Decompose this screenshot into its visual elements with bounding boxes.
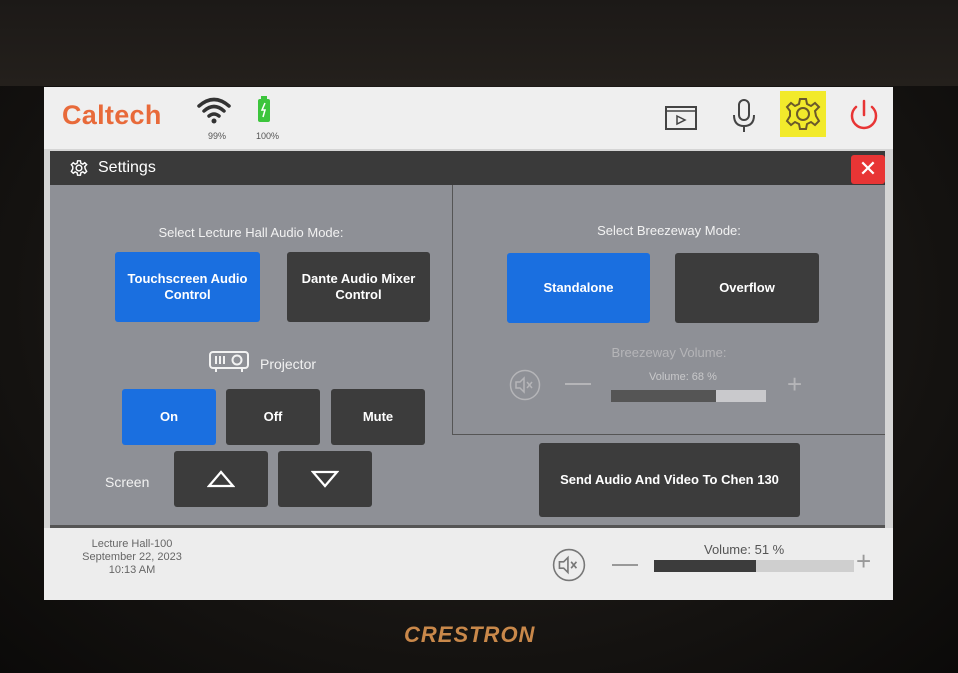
settings-button[interactable] — [780, 91, 826, 137]
microphone-icon — [733, 99, 755, 132]
projector-off-label: Off — [263, 409, 283, 424]
projector-icon — [209, 351, 249, 372]
projector-mute-button[interactable]: Mute — [331, 389, 425, 445]
triangle-up-icon — [207, 470, 235, 488]
breezeway-volume-up[interactable]: + — [787, 371, 802, 397]
projector-mute-label: Mute — [362, 409, 394, 424]
time-text: 10:13 AM — [108, 564, 156, 576]
projector-on-button[interactable]: On — [122, 389, 216, 445]
standalone-label: Standalone — [543, 280, 614, 295]
standalone-button[interactable]: Standalone — [507, 253, 650, 323]
brand-logo: Caltech — [62, 100, 162, 130]
power-icon — [850, 99, 878, 130]
power-button[interactable] — [844, 95, 884, 135]
screen-up-button[interactable] — [174, 451, 268, 507]
dante-mixer-label: Dante Audio Mixer Control — [301, 271, 416, 302]
room-name: Lecture Hall-100 — [91, 538, 173, 550]
settings-title-bar: Settings ✕ — [50, 151, 885, 185]
touchscreen-audio-label: Touchscreen Audio Control — [127, 271, 248, 302]
close-icon: ✕ — [858, 156, 878, 181]
battery-level: 100% — [256, 131, 280, 141]
audio-mode-title: Select Lecture Hall Audio Mode: — [158, 225, 344, 240]
breezeway-mode-title: Select Breezeway Mode: — [597, 223, 741, 238]
gear-icon — [785, 98, 821, 130]
mute-speaker-icon[interactable] — [509, 369, 541, 401]
lecture-hall-panel: Select Lecture Hall Audio Mode: Touchscr… — [50, 185, 452, 525]
breezeway-panel: Select Breezeway Mode: Standalone Overfl… — [452, 185, 885, 435]
dante-mixer-button[interactable]: Dante Audio Mixer Control — [287, 252, 430, 322]
room-info: Lecture Hall-100 September 22, 2023 10:1… — [62, 538, 202, 577]
gear-icon — [70, 160, 88, 176]
main-volume-fill — [654, 560, 756, 572]
battery-icon — [258, 96, 270, 122]
breezeway-volume-slider[interactable] — [611, 390, 766, 402]
send-av-button[interactable]: Send Audio And Video To Chen 130 — [539, 443, 800, 517]
breezeway-volume-text: Volume: 68 % — [649, 371, 717, 383]
mute-speaker-icon[interactable] — [552, 548, 586, 582]
projector-off-button[interactable]: Off — [226, 389, 320, 445]
footer-bar: Lecture Hall-100 September 22, 2023 10:1… — [44, 528, 893, 600]
wifi-icon — [197, 97, 231, 124]
screen-label: Screen — [105, 474, 150, 490]
settings-title: Settings — [98, 159, 156, 176]
breezeway-volume-title: Breezeway Volume: — [611, 345, 727, 360]
main-volume-up[interactable]: + — [856, 548, 871, 574]
touch-panel-screen: Caltech 99% 100% Settings ✕ Select Lectu… — [44, 87, 893, 600]
breezeway-volume-fill — [611, 390, 717, 402]
overflow-button[interactable]: Overflow — [675, 253, 819, 323]
microphone-button[interactable] — [724, 95, 764, 135]
device-bezel-top — [0, 0, 958, 86]
send-panel: Send Audio And Video To Chen 130 — [452, 435, 885, 525]
triangle-down-icon — [311, 470, 339, 488]
projector-on-label: On — [159, 409, 179, 424]
main-volume-down[interactable] — [612, 564, 638, 566]
top-header-bar: Caltech 99% 100% — [44, 87, 893, 149]
crestron-logo: CRESTRON — [404, 622, 536, 647]
overflow-label: Overflow — [719, 280, 775, 295]
video-source-icon — [665, 106, 697, 130]
send-av-label: Send Audio And Video To Chen 130 — [560, 472, 779, 487]
date-text: September 22, 2023 — [82, 551, 182, 563]
close-button[interactable]: ✕ — [851, 155, 885, 184]
touchscreen-audio-button[interactable]: Touchscreen Audio Control — [115, 252, 260, 322]
screen-down-button[interactable] — [278, 451, 372, 507]
main-volume-text: Volume: 51 % — [704, 542, 785, 557]
video-source-button[interactable] — [660, 95, 700, 135]
breezeway-volume-down[interactable] — [565, 383, 591, 385]
projector-label: Projector — [260, 356, 317, 372]
main-volume-slider[interactable] — [654, 560, 854, 572]
wifi-strength: 99% — [208, 131, 227, 141]
